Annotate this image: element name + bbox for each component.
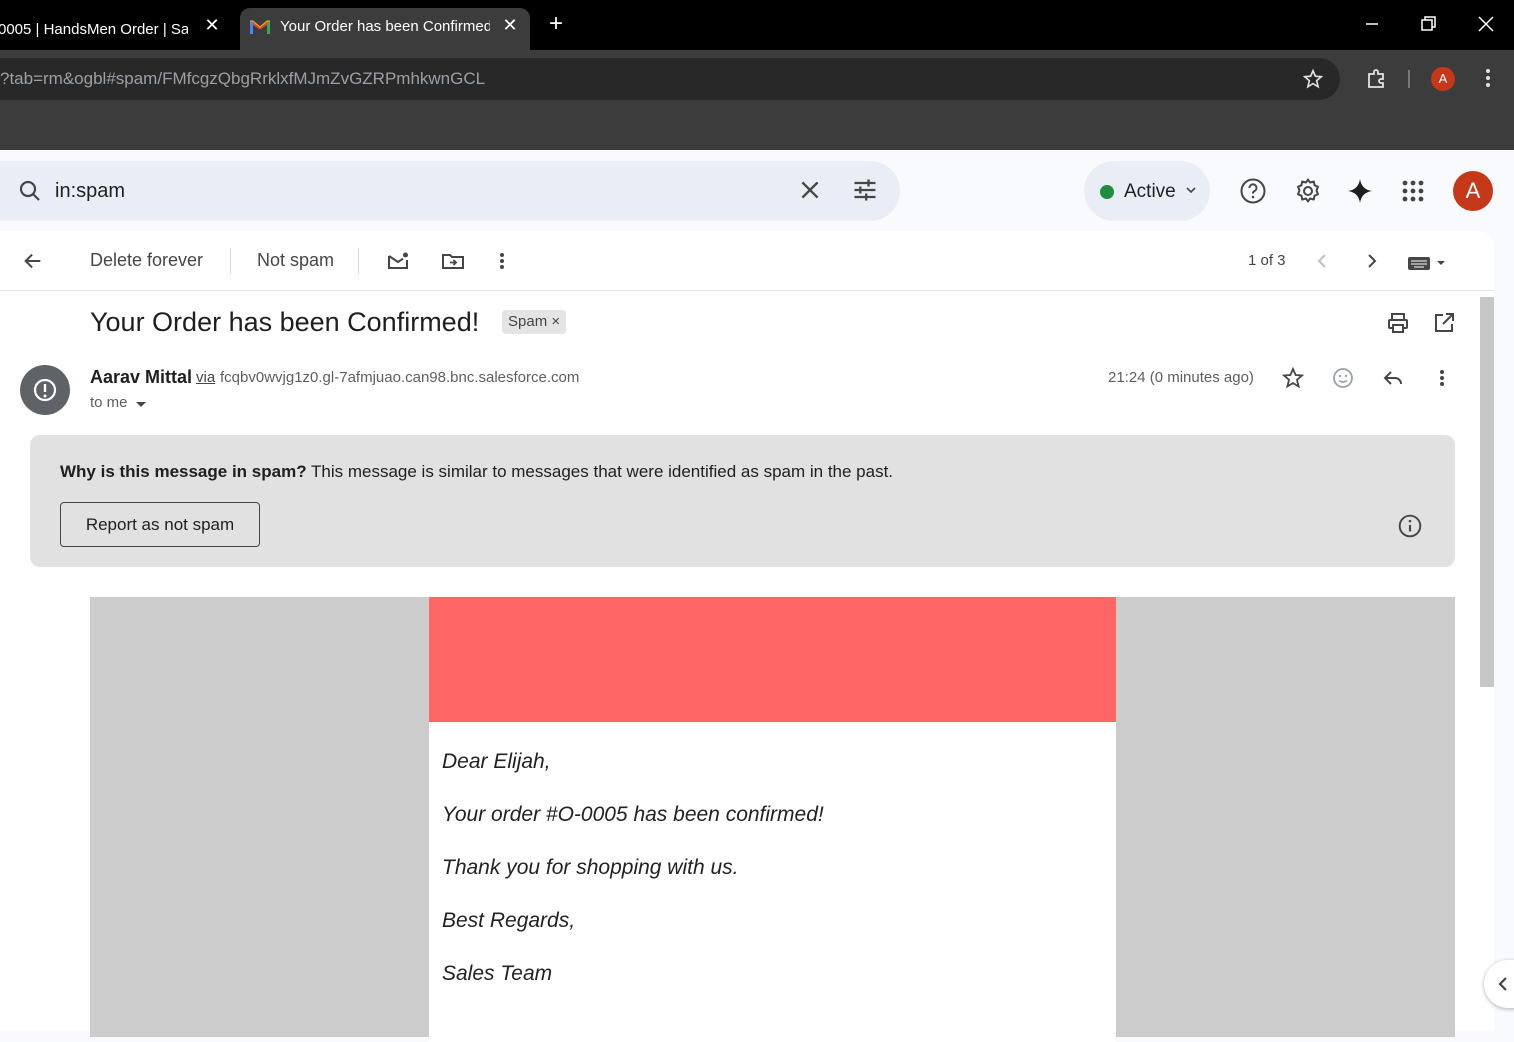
email-thanks-line: Thank you for shopping with us. bbox=[442, 856, 739, 879]
restore-icon[interactable] bbox=[1416, 12, 1440, 36]
chevron-left-icon bbox=[1498, 977, 1507, 991]
recipient-label: to me bbox=[90, 394, 128, 411]
email-subject: Your Order has been Confirmed! bbox=[90, 307, 480, 337]
message-card: Delete forever Not spam 1 of 3 Your Orde… bbox=[0, 231, 1494, 1042]
browser-menu-icon[interactable] bbox=[1478, 66, 1498, 90]
emoji-reaction-icon[interactable] bbox=[1331, 366, 1355, 390]
email-content-area: Dear Elijah, Your order #O-0005 has been… bbox=[90, 597, 1455, 1042]
search-input[interactable]: in:spam bbox=[55, 180, 125, 203]
bookmark-star-icon[interactable] bbox=[1302, 68, 1324, 90]
back-arrow-icon[interactable] bbox=[22, 250, 44, 272]
print-icon[interactable] bbox=[1386, 311, 1410, 335]
message-more-icon[interactable] bbox=[1432, 366, 1452, 390]
account-avatar[interactable]: A bbox=[1453, 171, 1493, 211]
close-window-icon[interactable] bbox=[1474, 12, 1498, 36]
tab-title: 0005 | HandsMen Order | Sal bbox=[0, 20, 188, 38]
address-bar[interactable]: ?tab=rm&ogbl#spam/FMfcgzQbgRrklxfMJmZvGZ… bbox=[0, 58, 1340, 100]
browser-toolbar: ?tab=rm&ogbl#spam/FMfcgzQbgRrklxfMJmZvGZ… bbox=[0, 50, 1514, 108]
settings-gear-icon[interactable] bbox=[1294, 177, 1322, 205]
message-toolbar: Delete forever Not spam 1 of 3 bbox=[0, 231, 1494, 291]
delete-forever-button[interactable]: Delete forever bbox=[90, 250, 203, 271]
status-label: Active bbox=[1124, 181, 1176, 202]
newer-chevron-right-icon[interactable] bbox=[1362, 249, 1382, 273]
close-icon[interactable]: ✕ bbox=[204, 16, 220, 34]
search-icon[interactable] bbox=[18, 179, 42, 203]
toolbar-divider bbox=[230, 248, 231, 274]
gemini-sparkle-icon[interactable] bbox=[1346, 177, 1374, 205]
recipient-details-chevron-icon[interactable] bbox=[134, 397, 148, 411]
email-signature: Sales Team bbox=[442, 962, 553, 985]
email-header-banner bbox=[429, 597, 1116, 722]
report-not-spam-button[interactable]: Report as not spam bbox=[60, 502, 260, 547]
status-dot bbox=[1100, 185, 1114, 199]
input-tools-keyboard-icon[interactable] bbox=[1407, 253, 1449, 273]
spam-label-chip[interactable]: Spam × bbox=[502, 310, 567, 334]
mark-unread-icon[interactable] bbox=[386, 249, 410, 273]
sender-avatar bbox=[20, 365, 70, 415]
spam-reason-text: Why is this message in spam? This messag… bbox=[60, 462, 893, 482]
spam-warning-banner: Why is this message in spam? This messag… bbox=[30, 435, 1455, 567]
email-confirmation-line: Your order #O-0005 has been confirmed! bbox=[442, 803, 824, 826]
email-closing: Best Regards, bbox=[442, 909, 576, 932]
email-greeting: Dear Elijah, bbox=[442, 750, 551, 773]
bookmarks-bar bbox=[0, 108, 1514, 150]
gmail-icon bbox=[250, 20, 270, 34]
clear-search-icon[interactable] bbox=[797, 177, 823, 203]
browser-tabstrip: 0005 | HandsMen Order | Sal ✕ Your Order… bbox=[0, 0, 1514, 50]
tab-order-confirmed[interactable]: Your Order has been Confirmed! ✕ bbox=[240, 8, 530, 50]
older-chevron-left-icon[interactable] bbox=[1312, 249, 1332, 273]
pagination-label: 1 of 3 bbox=[1248, 252, 1286, 269]
tab-handsmen-order[interactable]: 0005 | HandsMen Order | Sal ✕ bbox=[0, 8, 238, 50]
spam-label-text: Spam bbox=[508, 313, 548, 330]
more-vert-icon[interactable] bbox=[492, 249, 512, 273]
sender-address: fcqbv0wvjg1z0.gl-7afmjuao.can98.bnc.sale… bbox=[220, 369, 580, 386]
url-text: ?tab=rm&ogbl#spam/FMfcgzQbgRrklxfMJmZvGZ… bbox=[0, 69, 486, 88]
search-bar[interactable]: in:spam bbox=[0, 161, 900, 221]
search-options-icon[interactable] bbox=[851, 176, 879, 204]
browser-profile-avatar[interactable]: A bbox=[1431, 67, 1455, 91]
new-tab-button[interactable]: + bbox=[546, 12, 566, 36]
sender-name[interactable]: Aarav Mittal bbox=[90, 367, 192, 388]
warning-icon bbox=[33, 378, 57, 402]
open-in-new-window-icon[interactable] bbox=[1432, 311, 1456, 335]
tab-title: Your Order has been Confirmed! bbox=[280, 18, 490, 35]
not-spam-button[interactable]: Not spam bbox=[257, 250, 334, 271]
star-icon[interactable] bbox=[1281, 366, 1305, 390]
move-to-folder-icon[interactable] bbox=[441, 249, 465, 273]
via-link[interactable]: via bbox=[196, 369, 215, 386]
status-selector[interactable]: Active bbox=[1084, 161, 1210, 221]
message-timestamp: 21:24 (0 minutes ago) bbox=[1108, 369, 1254, 386]
help-icon[interactable] bbox=[1239, 177, 1267, 205]
scrollbar-thumb[interactable] bbox=[1480, 297, 1494, 687]
toolbar-divider bbox=[358, 248, 359, 274]
close-icon[interactable]: ✕ bbox=[502, 16, 518, 34]
toolbar-divider bbox=[1408, 70, 1410, 88]
extensions-icon[interactable] bbox=[1365, 66, 1389, 90]
spam-question: Why is this message in spam? bbox=[60, 462, 307, 481]
spam-explanation: This message is similar to messages that… bbox=[306, 462, 894, 481]
apps-grid-icon[interactable] bbox=[1399, 177, 1427, 205]
remove-label-icon[interactable]: × bbox=[551, 313, 560, 330]
reply-icon[interactable] bbox=[1381, 366, 1405, 390]
chevron-down-icon bbox=[1186, 187, 1196, 194]
info-icon[interactable] bbox=[1397, 513, 1423, 539]
minimize-icon[interactable] bbox=[1360, 12, 1384, 36]
email-body: Dear Elijah, Your order #O-0005 has been… bbox=[429, 722, 1116, 1042]
